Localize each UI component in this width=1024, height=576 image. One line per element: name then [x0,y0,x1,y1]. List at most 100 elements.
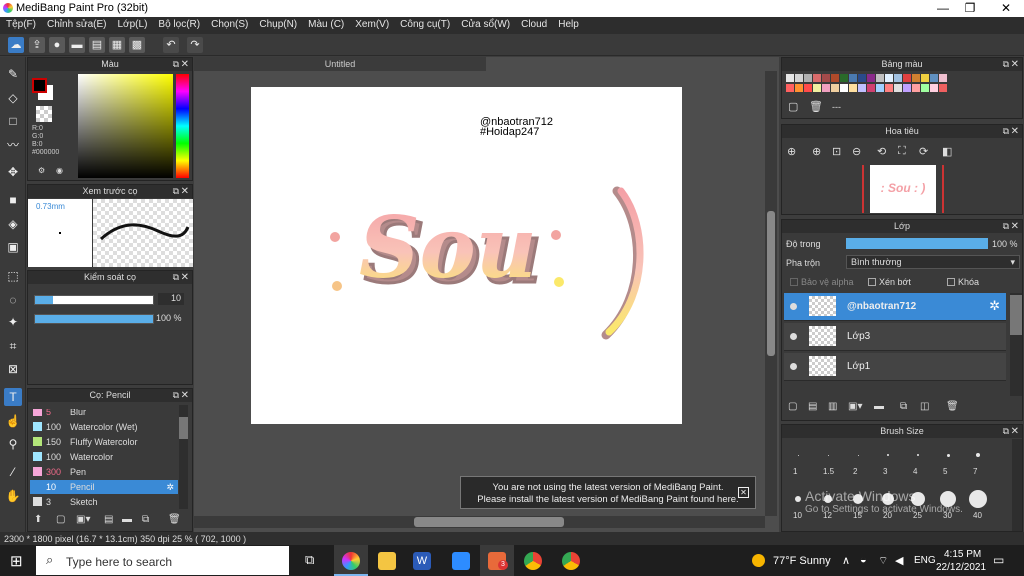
operation-tool-icon[interactable]: ☝ [4,412,22,430]
new-halftone-layer-icon[interactable]: ▤ [808,401,817,412]
new-8bit-layer-icon[interactable]: ▥ [828,401,837,412]
brush-size-dot[interactable] [946,453,950,457]
fullscreen-icon[interactable]: ⛶ [898,145,906,158]
delete-layer-icon[interactable]: 🗑 [946,401,959,412]
grid-icon[interactable]: ▦ [109,37,125,53]
popout-icon[interactable]: ⧉ [173,271,179,284]
color-settings-icon[interactable]: ⚙ [38,166,45,175]
palette-swatch[interactable] [903,84,911,92]
brush-size-dot[interactable] [976,453,980,457]
menu-item[interactable]: Chọn(S) [205,17,253,30]
canvas-hscroll-thumb[interactable] [414,517,564,527]
brush-list-item[interactable]: 150 Fluffy Watercolor [30,435,178,449]
weather-text[interactable]: 77°F Sunny [773,555,831,567]
comment-icon[interactable]: ● [49,37,65,53]
new-brush-icon[interactable]: ▢ [56,514,65,525]
select-pen-icon[interactable]: ⌗ [4,337,22,355]
brush-opacity-slider[interactable] [34,314,154,324]
palette-swatch[interactable] [939,84,947,92]
palette-delete-icon[interactable]: 🗑 [809,100,823,113]
clock-date[interactable]: 22/12/2021 [936,562,986,573]
close-button[interactable]: ✕ [991,1,1021,15]
blend-mode-select[interactable]: Bình thường ▾ [846,255,1020,269]
brush-tool-icon[interactable]: ✎ [4,65,22,83]
brush-delete-icon[interactable]: 🗑 [168,514,181,525]
page-icon[interactable]: ▤ [89,37,105,53]
chrome-profile-icon[interactable] [562,552,580,570]
text-tool-icon[interactable]: T [4,388,22,406]
palette-swatch[interactable] [795,74,803,82]
document-tab[interactable]: Untitled [194,57,486,71]
brush-size-grid[interactable]: 1 1.5 2 3 4 5 7 10 12 15 20 25 30 40 [782,439,1010,531]
palette-swatch[interactable] [804,74,812,82]
palette-swatch[interactable] [921,74,929,82]
gear-icon[interactable]: ✲ [989,298,1000,314]
redo-button[interactable]: ↷ [187,37,203,53]
bucket-tool-icon[interactable]: ◈ [4,215,22,233]
palette-swatch[interactable] [876,74,884,82]
layer-row[interactable]: Lớp3 [784,323,1006,351]
popout-icon[interactable]: ⧉ [1003,58,1009,71]
brush-folder-icon[interactable]: ▬ [122,514,132,525]
zoom-out-icon[interactable]: ⊖ [852,145,861,158]
rotate-right-icon[interactable]: ⟳ [919,145,928,158]
palette-swatch[interactable] [849,74,857,82]
menu-item[interactable]: Bộ lọc(R) [152,17,205,30]
brush-list-item[interactable]: 100 Watercolor [30,450,178,464]
menu-item[interactable]: Tệp(F) [0,17,41,30]
brush-list-item[interactable]: 5 Blur [30,409,178,419]
maximize-button[interactable]: ❐ [955,1,985,15]
canvas-vscroll-thumb[interactable] [767,211,775,356]
palette-swatch[interactable] [822,74,830,82]
clock-time[interactable]: 4:15 PM [944,549,981,560]
gradient-tool-icon[interactable]: ▣ [4,238,22,256]
word-icon[interactable]: W [413,552,431,570]
layer-list-scrollbar[interactable] [1010,293,1022,396]
palette-swatch[interactable] [849,84,857,92]
brush-size-dot[interactable] [969,490,987,508]
menu-item[interactable]: Chụp(N) [253,17,302,30]
menu-item[interactable]: Help [552,17,584,30]
windows-start-icon[interactable]: ⊞ [10,552,23,570]
update-notice[interactable]: You are not using the latest version of … [460,476,756,509]
brush-list-item[interactable]: 100 Watercolor (Wet) [30,420,178,434]
palette-swatch[interactable] [930,84,938,92]
eye-icon[interactable] [790,363,797,370]
close-icon[interactable]: ✕ [1011,125,1019,138]
palette-swatch[interactable] [867,74,875,82]
brush-size-slider[interactable] [34,295,154,305]
palette-swatch[interactable] [795,84,803,92]
brush-size-dot[interactable] [940,491,956,507]
palette-swatch[interactable] [894,84,902,92]
duplicate-layer-icon[interactable]: ⧉ [900,401,907,412]
palette-swatch[interactable] [813,74,821,82]
weather-sun-icon[interactable] [752,554,765,567]
brush-size-dot[interactable] [797,454,799,456]
menu-item[interactable]: Lớp(L) [112,17,153,30]
brush-size-dot[interactable] [917,454,919,456]
palette-swatch[interactable] [876,84,884,92]
wifi-icon[interactable]: ⌔ [878,554,888,568]
palette-swatch[interactable] [831,84,839,92]
palette-swatch[interactable] [840,74,848,82]
close-icon[interactable]: ✕ [181,271,189,284]
popout-icon[interactable]: ⧉ [1003,425,1009,438]
lock-checkbox[interactable]: Khóa [947,277,979,287]
palette-swatch[interactable] [858,84,866,92]
chat-icon[interactable]: ▬ [69,37,85,53]
zoom-icon[interactable] [452,552,470,570]
brush-size-dot[interactable] [882,493,894,505]
fit-icon[interactable]: ⊡ [832,145,841,158]
popout-icon[interactable]: ⧉ [1003,125,1009,138]
brush-size-dot[interactable] [824,495,832,503]
palette-swatch[interactable] [921,84,929,92]
hue-slider[interactable] [176,74,189,178]
chevron-up-icon[interactable]: ∧ [842,554,850,567]
fill-rect-icon[interactable]: ■ [4,191,22,209]
navigator-viewport[interactable]: : Sou : ) [862,165,944,213]
brush-size-scrollbar[interactable] [1012,439,1022,531]
popout-icon[interactable]: ⧉ [1003,220,1009,233]
popout-icon[interactable]: ⧉ [173,389,179,402]
add-brush-icon[interactable]: ⬆ [34,514,42,525]
layer-list-thumb[interactable] [1010,295,1022,335]
